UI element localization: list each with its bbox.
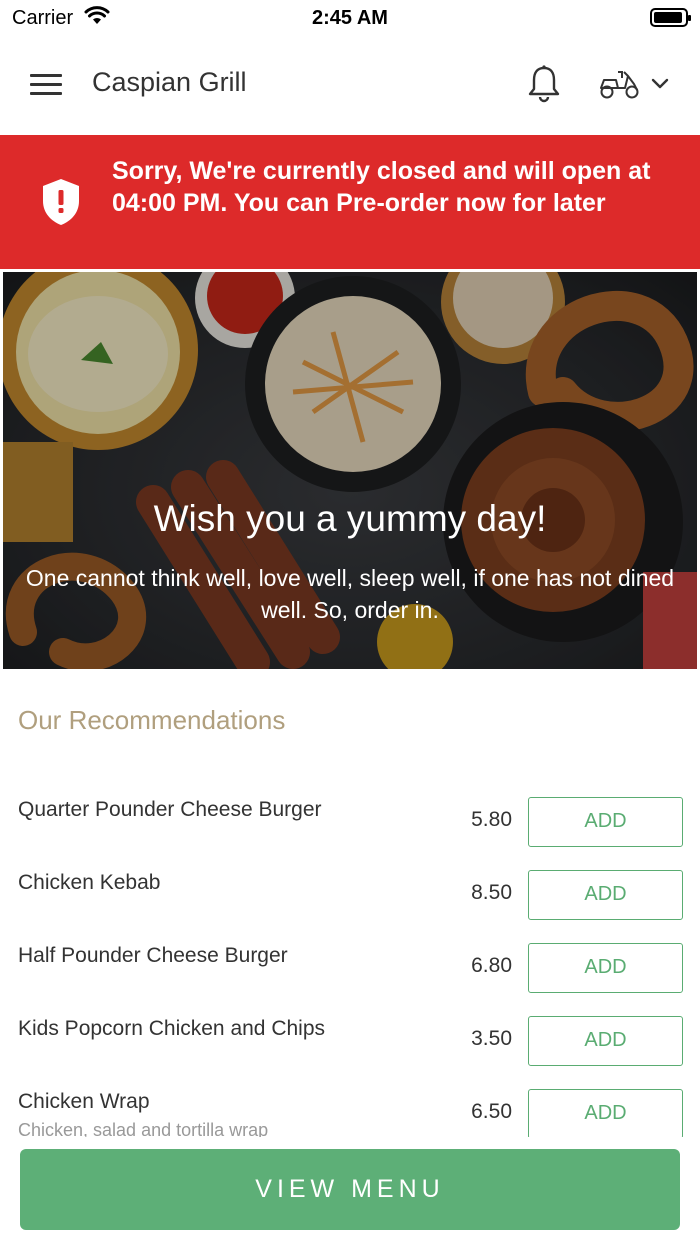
shield-alert-icon [40, 177, 82, 227]
hero-subtitle: One cannot think well, love well, sleep … [25, 565, 675, 623]
view-menu-button[interactable]: VIEW MENU [20, 1149, 680, 1230]
item-price: 6.80 [471, 954, 512, 977]
item-price: 5.80 [471, 808, 512, 831]
recommendations-list: Quarter Pounder Cheese Burger 5.80 ADD C… [0, 760, 700, 1137]
bell-icon[interactable] [526, 64, 562, 104]
restaurant-title: Caspian Grill [92, 67, 247, 97]
status-time: 2:45 AM [312, 7, 388, 29]
delivery-scooter-icon[interactable] [598, 68, 642, 100]
list-item: Kids Popcorn Chicken and Chips 3.50 ADD [0, 979, 700, 1066]
item-price: 6.50 [471, 1100, 512, 1123]
battery-icon [650, 8, 691, 27]
item-name: Half Pounder Cheese Burger [18, 944, 288, 967]
chevron-down-icon[interactable] [650, 76, 670, 92]
hero-banner: Wish you a yummy day! One cannot think w… [3, 272, 697, 669]
closed-message: Sorry, We're currently closed and will o… [112, 157, 651, 217]
recommendations-title: Our Recommendations [18, 705, 286, 735]
item-name: Chicken Wrap [18, 1090, 150, 1113]
closed-alert-banner: Sorry, We're currently closed and will o… [0, 135, 700, 269]
hamburger-menu-icon[interactable] [30, 74, 62, 96]
list-item: Chicken Kebab 8.50 ADD [0, 833, 700, 920]
hero-title: Wish you a yummy day! [153, 498, 547, 539]
list-item: Half Pounder Cheese Burger 6.80 ADD [0, 906, 700, 993]
item-name: Quarter Pounder Cheese Burger [18, 798, 322, 821]
item-price: 3.50 [471, 1027, 512, 1050]
list-item: Chicken Wrap Chicken, salad and tortilla… [0, 1052, 700, 1137]
item-name: Chicken Kebab [18, 871, 161, 894]
add-button[interactable]: ADD [528, 1089, 683, 1137]
status-bar: Carrier 2:45 AM [0, 0, 700, 34]
item-name: Kids Popcorn Chicken and Chips [18, 1017, 326, 1040]
app-header: Caspian Grill [0, 34, 700, 135]
item-price: 8.50 [471, 881, 512, 904]
list-item: Quarter Pounder Cheese Burger 5.80 ADD [0, 760, 700, 847]
item-description: Chicken, salad and tortilla wrap [18, 1120, 269, 1137]
